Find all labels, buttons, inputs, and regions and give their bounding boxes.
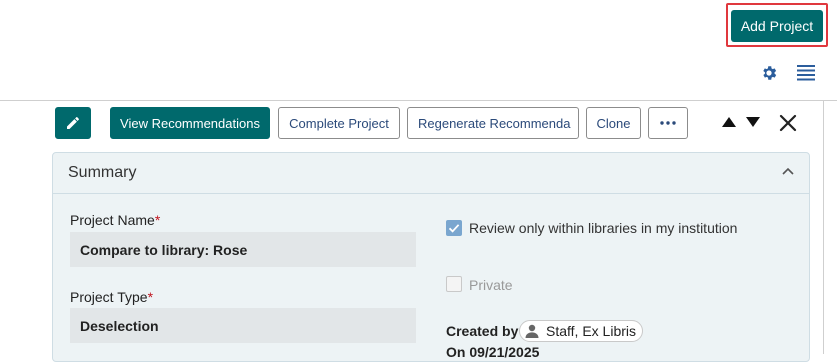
view-recommendations-button[interactable]: View Recommendations: [110, 107, 270, 139]
created-by-label: Created by: [446, 323, 519, 339]
arrow-up-icon[interactable]: [722, 117, 736, 127]
list-icon[interactable]: [797, 65, 815, 81]
review-within-institution-label: Review only within libraries in my insti…: [469, 220, 738, 236]
ellipsis-icon: [660, 121, 676, 125]
created-by-chip[interactable]: Staff, Ex Libris: [519, 320, 643, 342]
more-actions-button[interactable]: [648, 107, 688, 139]
project-name-field: Compare to library: Rose: [70, 232, 416, 267]
project-name-label: Project Name*: [70, 212, 161, 228]
review-within-institution-checkbox[interactable]: [446, 220, 462, 236]
edit-button[interactable]: [55, 107, 91, 139]
person-icon: [525, 324, 539, 338]
created-on-date: On 09/21/2025: [446, 344, 540, 360]
clone-button[interactable]: Clone: [586, 107, 641, 139]
project-type-label: Project Type*: [70, 289, 154, 305]
pencil-icon: [67, 117, 79, 129]
scrollbar-track[interactable]: [823, 100, 824, 354]
private-label: Private: [469, 277, 513, 293]
regenerate-recommendations-button[interactable]: Regenerate Recommenda: [407, 107, 579, 139]
complete-project-button[interactable]: Complete Project: [278, 107, 400, 139]
created-by-name: Staff, Ex Libris: [546, 323, 637, 339]
chevron-up-icon[interactable]: [782, 167, 794, 175]
gear-icon[interactable]: [760, 64, 778, 82]
header-divider: [0, 100, 837, 101]
summary-header[interactable]: [53, 153, 809, 194]
private-checkbox[interactable]: [446, 276, 462, 292]
arrow-down-icon[interactable]: [746, 117, 760, 127]
checkmark-icon: [448, 224, 460, 233]
required-marker: *: [154, 212, 161, 228]
summary-title: Summary: [68, 164, 137, 181]
required-marker: *: [147, 289, 154, 305]
close-icon[interactable]: [779, 114, 797, 132]
add-project-button[interactable]: Add Project: [731, 10, 823, 42]
project-type-field: Deselection: [70, 308, 416, 343]
